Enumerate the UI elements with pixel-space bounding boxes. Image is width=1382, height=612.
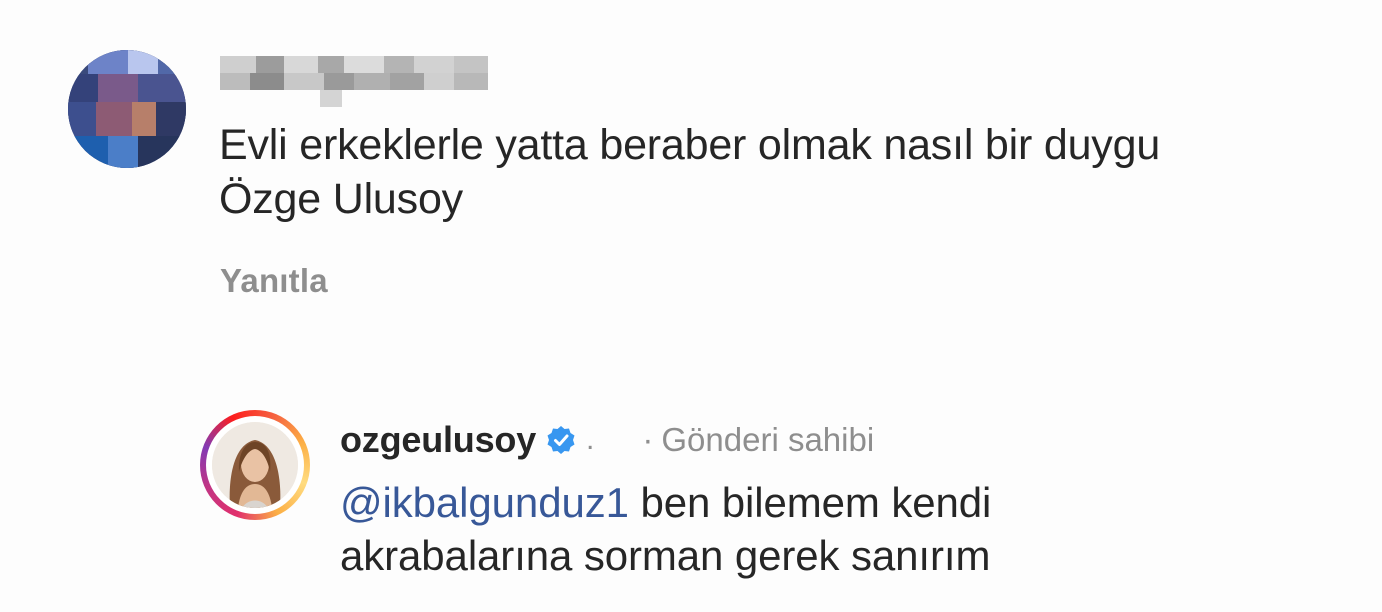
avatar[interactable] xyxy=(68,50,186,168)
post-owner-tag: · Gönderi sahibi xyxy=(642,421,874,459)
reply-text: @ikbalgunduz1 ben bilemem kendi akrabala… xyxy=(340,476,1360,582)
avatar[interactable] xyxy=(200,410,310,520)
username-pixelated[interactable] xyxy=(220,48,490,108)
comment-text-line: Evli erkeklerle yatta beraber olmak nası… xyxy=(219,121,1161,169)
owner-tag-label: Gönderi sahibi xyxy=(661,421,875,458)
reply-comment: ozgeulusoy . · Gönderi sahibi @ikbalgundu… xyxy=(0,380,1382,612)
reply-button[interactable]: Yanıtla xyxy=(220,262,328,300)
comment: Evli erkeklerle yatta beraber olmak nası… xyxy=(0,0,1382,330)
profile-photo xyxy=(212,422,298,508)
reply-text-line: @ikbalgunduz1 ben bilemem kendi xyxy=(340,476,1360,529)
reply-header: ozgeulusoy . · Gönderi sahibi xyxy=(340,418,874,462)
comment-text: Evli erkeklerle yatta beraber olmak nası… xyxy=(219,118,1369,226)
profile-photo-icon xyxy=(212,422,298,508)
mention-link[interactable]: @ikbalgunduz1 xyxy=(340,479,629,526)
instagram-comment-thread: Evli erkeklerle yatta beraber olmak nası… xyxy=(0,0,1382,612)
reply-text-line: akrabalarına sorman gerek sanırım xyxy=(340,532,991,579)
reply-text-segment: ben bilemem kendi xyxy=(628,479,992,526)
comment-text-line: Özge Ulusoy xyxy=(219,175,463,223)
owner-tag-dot: · xyxy=(642,421,654,458)
verified-badge-icon xyxy=(546,425,576,455)
username-link[interactable]: ozgeulusoy xyxy=(340,419,536,461)
separator: . xyxy=(586,423,595,456)
